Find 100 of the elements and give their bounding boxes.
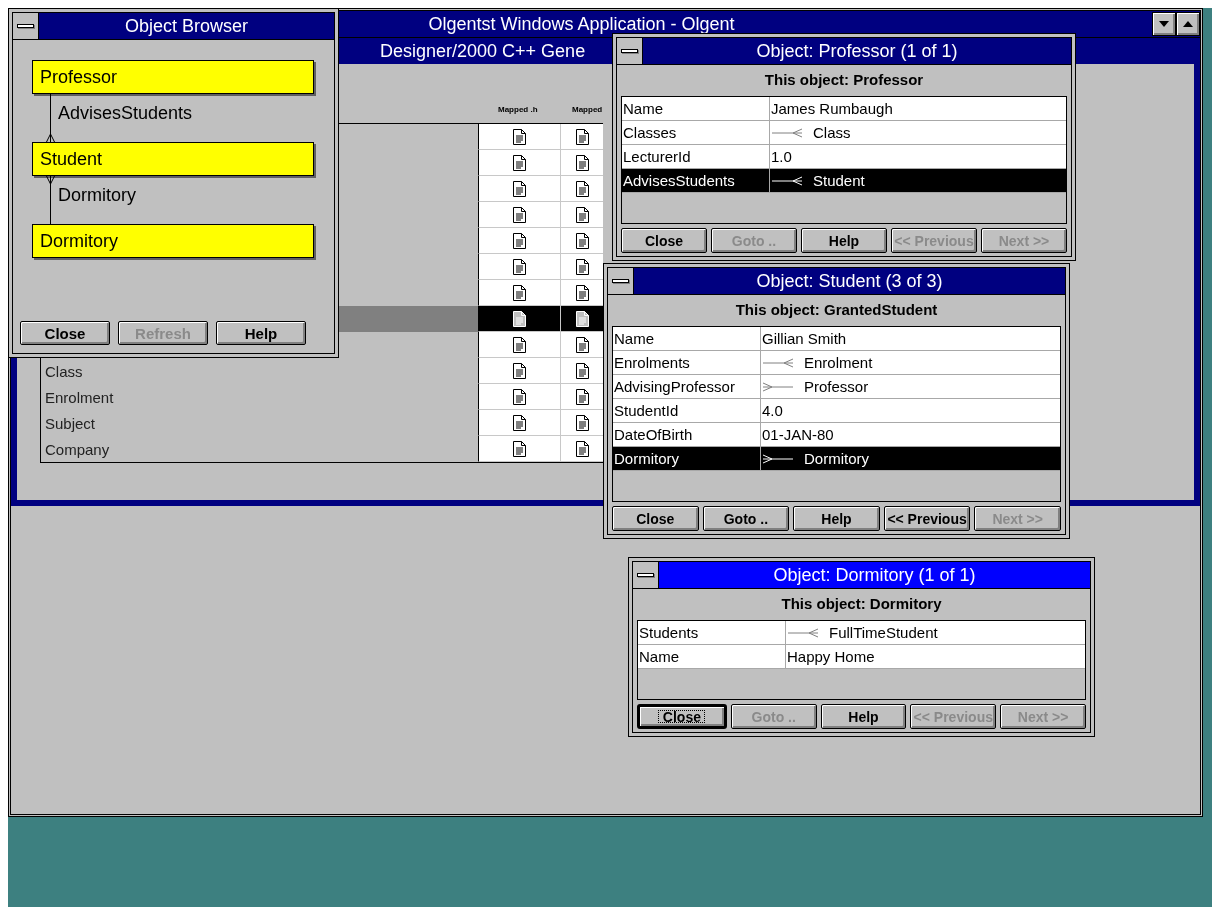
table-row[interactable]: Classes Class bbox=[622, 121, 1066, 145]
crows-foot-icon bbox=[771, 126, 803, 139]
grid-cell[interactable] bbox=[478, 410, 560, 436]
attribute-value: 1.0 bbox=[771, 148, 792, 165]
relationship-label: AdvisesStudents bbox=[58, 102, 193, 124]
grid-cell[interactable] bbox=[478, 306, 560, 332]
grid-cell[interactable] bbox=[478, 176, 560, 202]
grid-cell[interactable] bbox=[560, 124, 603, 150]
attribute-value: Class bbox=[813, 124, 851, 141]
grid-cell[interactable] bbox=[478, 358, 560, 384]
grid-cell[interactable] bbox=[478, 332, 560, 358]
grid-cell[interactable] bbox=[560, 202, 603, 228]
grid-cell[interactable] bbox=[560, 410, 603, 436]
table-row[interactable]: Dormitory Dormitory bbox=[613, 447, 1060, 471]
document-icon bbox=[575, 258, 589, 275]
grid-cell[interactable] bbox=[478, 150, 560, 176]
document-icon bbox=[513, 258, 526, 275]
grid-cell[interactable] bbox=[560, 306, 603, 332]
dialog-button[interactable]: Close bbox=[621, 228, 707, 253]
attribute-value: Professor bbox=[804, 378, 869, 395]
document-icon bbox=[513, 284, 526, 301]
table-row[interactable]: AdvisingProfessor Professor bbox=[613, 375, 1060, 399]
attribute-name: Dormitory bbox=[613, 447, 761, 470]
grid-cell[interactable] bbox=[478, 202, 560, 228]
maximize-button[interactable] bbox=[1176, 12, 1200, 36]
grid-cell[interactable] bbox=[560, 358, 603, 384]
attribute-value: FullTimeStudent bbox=[829, 624, 938, 641]
table-row[interactable]: LecturerId 1.0 bbox=[622, 145, 1066, 169]
document-icon bbox=[575, 310, 589, 327]
document-icon bbox=[575, 414, 589, 431]
document-icon bbox=[513, 388, 526, 405]
system-menu-button[interactable] bbox=[617, 38, 643, 64]
table-row[interactable]: StudentId 4.0 bbox=[613, 399, 1060, 423]
grid-cell[interactable] bbox=[560, 384, 603, 410]
table-row[interactable]: Enrolments Enrolment bbox=[613, 351, 1060, 375]
table-row[interactable]: Students FullTimeStudent bbox=[638, 621, 1085, 645]
document-icon bbox=[513, 414, 526, 431]
attribute-value: 01-JAN-80 bbox=[762, 426, 834, 443]
dialog-button[interactable]: Help bbox=[820, 704, 907, 729]
document-icon bbox=[575, 336, 589, 353]
grid-cell[interactable] bbox=[560, 150, 603, 176]
dialog-button[interactable]: Close bbox=[612, 506, 699, 531]
grid-cell[interactable] bbox=[560, 280, 603, 306]
system-menu-button[interactable] bbox=[13, 13, 39, 39]
attribute-name: LecturerId bbox=[622, 145, 770, 168]
relationship-label: Dormitory bbox=[58, 184, 136, 206]
attribute-name: AdvisesStudents bbox=[622, 169, 770, 192]
dialog-button[interactable]: Goto .. bbox=[702, 506, 790, 531]
grid-cell[interactable] bbox=[560, 176, 603, 202]
dialog-button[interactable]: Close bbox=[637, 704, 727, 729]
document-icon bbox=[575, 154, 589, 171]
grid-cell[interactable] bbox=[560, 228, 603, 254]
document-icon bbox=[513, 180, 526, 197]
dialog-button[interactable]: Help bbox=[793, 506, 880, 531]
attribute-name: AdvisingProfessor bbox=[613, 375, 761, 398]
attribute-value: Student bbox=[813, 172, 865, 189]
entity-box[interactable]: Professor bbox=[32, 60, 314, 94]
dialog-button[interactable]: Help bbox=[801, 228, 887, 253]
crows-foot-icon bbox=[762, 380, 794, 393]
entity-box[interactable]: Dormitory bbox=[32, 224, 314, 258]
class-name: Enrolment bbox=[45, 388, 114, 406]
document-icon bbox=[513, 440, 526, 457]
grid-cell[interactable] bbox=[478, 124, 560, 150]
minimize-button[interactable] bbox=[1152, 12, 1176, 36]
crows-foot-icon bbox=[771, 174, 803, 187]
grid-cell[interactable] bbox=[478, 228, 560, 254]
system-menu-button[interactable] bbox=[608, 268, 634, 294]
grid-cell[interactable] bbox=[478, 254, 560, 280]
document-icon bbox=[513, 362, 526, 379]
window-title: Object Browser bbox=[124, 15, 248, 37]
table-row[interactable]: AdvisesStudents Student bbox=[622, 169, 1066, 193]
table-row[interactable]: Name Happy Home bbox=[638, 645, 1085, 669]
document-icon bbox=[513, 336, 526, 353]
window-title: Object: Dormitory (1 of 1) bbox=[773, 564, 976, 586]
dialog-button[interactable]: Help bbox=[216, 321, 306, 345]
grid-cell[interactable] bbox=[560, 436, 603, 462]
grid-cell[interactable] bbox=[478, 436, 560, 462]
window-title: Object: Professor (1 of 1) bbox=[756, 40, 958, 62]
grid-cell[interactable] bbox=[478, 280, 560, 306]
grid-cell[interactable] bbox=[560, 332, 603, 358]
dialog-button[interactable]: Close bbox=[20, 321, 110, 345]
entity-box[interactable]: Student bbox=[32, 142, 314, 176]
object-heading: This object: Professor bbox=[764, 71, 924, 88]
table-row[interactable]: DateOfBirth 01-JAN-80 bbox=[613, 423, 1060, 447]
dialog-button[interactable]: << Previous bbox=[883, 506, 971, 531]
system-menu-button[interactable] bbox=[633, 562, 659, 588]
table-row[interactable]: Name James Rumbaugh bbox=[622, 97, 1066, 121]
grid-cell[interactable] bbox=[478, 384, 560, 410]
grid-cell[interactable] bbox=[560, 254, 603, 280]
document-icon bbox=[575, 284, 589, 301]
attribute-name: DateOfBirth bbox=[613, 423, 761, 446]
crows-foot-icon bbox=[762, 356, 794, 369]
document-icon bbox=[575, 362, 589, 379]
document-icon bbox=[513, 154, 526, 171]
crows-foot-icon bbox=[762, 452, 794, 465]
attribute-value: Enrolment bbox=[804, 354, 873, 371]
table-row[interactable]: Name Gillian Smith bbox=[613, 327, 1060, 351]
attribute-name: Name bbox=[638, 645, 786, 668]
window-title: Designer/2000 C++ Gene bbox=[380, 40, 586, 62]
relationship-line bbox=[46, 94, 55, 142]
